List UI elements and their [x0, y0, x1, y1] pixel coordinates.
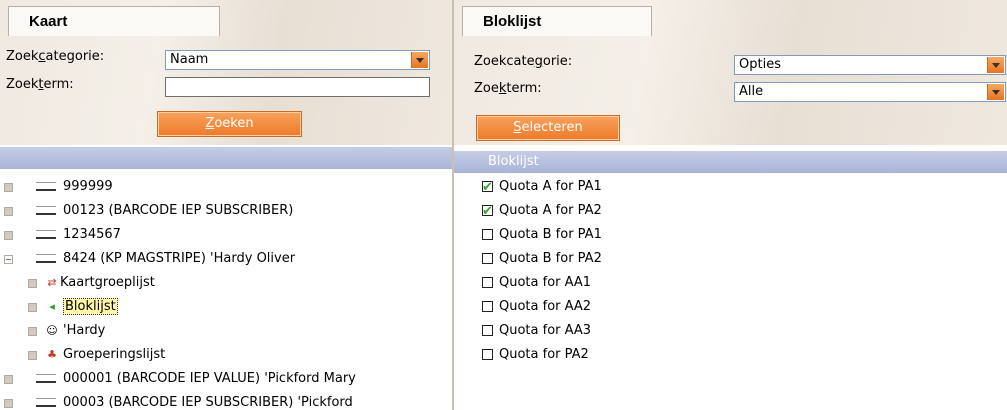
card-icon — [36, 398, 56, 407]
chevron-down-icon[interactable] — [987, 57, 1004, 73]
card-group-icon: ⇄ — [47, 276, 57, 289]
tree-label: 999999 — [63, 179, 113, 194]
expand-icon[interactable] — [4, 231, 13, 240]
search-category-value: Opties — [739, 57, 781, 72]
tree-label: 00123 (BARCODE IEP SUBSCRIBER) — [63, 203, 294, 218]
checkbox[interactable] — [482, 253, 493, 264]
item-label: Quota for AA3 — [499, 323, 592, 338]
item-label: Quota for AA2 — [499, 299, 592, 314]
search-button[interactable]: Zoeken — [157, 111, 302, 137]
expand-icon[interactable] — [28, 279, 37, 288]
list-header: Bloklijst — [454, 151, 1007, 173]
search-term-label: Zoekterm: — [6, 77, 74, 92]
grouping-icon: ♣ — [47, 348, 57, 361]
card-icon — [36, 254, 56, 263]
tree-row[interactable]: ♣ Groeperingslijst — [0, 344, 165, 366]
tree-label: 'Hardy — [63, 323, 106, 338]
tab-bloklijst[interactable]: Bloklijst — [462, 6, 652, 36]
card-icon — [36, 374, 56, 383]
chevron-down-icon[interactable] — [987, 84, 1004, 100]
checkbox[interactable] — [482, 325, 493, 336]
checkbox[interactable] — [482, 201, 493, 223]
search-term-input[interactable] — [165, 77, 430, 97]
search-term-label: Zoekterm: — [474, 81, 542, 96]
checkbox[interactable] — [482, 301, 493, 312]
tree-label: 000001 (BARCODE IEP VALUE) 'Pickford Mar… — [63, 371, 356, 386]
list-item[interactable]: Quota B for PA1 — [482, 224, 602, 246]
item-label: Quota for PA2 — [499, 347, 589, 362]
checkbox[interactable] — [482, 229, 493, 240]
item-label: Quota B for PA2 — [499, 251, 602, 266]
item-label: Quota A for PA1 — [499, 179, 602, 194]
tree-row[interactable]: 000001 (BARCODE IEP VALUE) 'Pickford Mar… — [0, 368, 356, 390]
tree-row[interactable]: ◂ Bloklijst — [0, 296, 118, 318]
item-label: Quota A for PA2 — [499, 203, 602, 218]
list-item[interactable]: Quota for AA3 — [482, 320, 591, 342]
person-icon: ☺ — [46, 324, 58, 337]
expand-icon[interactable] — [28, 303, 37, 312]
card-icon — [36, 206, 56, 215]
list-item[interactable]: Quota A for PA1 — [482, 176, 602, 199]
select-button[interactable]: Selecteren — [476, 115, 620, 141]
expand-icon[interactable] — [4, 375, 13, 384]
tree-row[interactable]: ⇄ Kaartgroeplijst — [0, 272, 155, 294]
card-panel: Kaart Zoekcategorie: Naam Zoekterm: Zoek… — [0, 0, 452, 410]
tree-row[interactable]: ☺ 'Hardy — [0, 320, 105, 342]
collapse-icon[interactable] — [4, 255, 13, 264]
tree-label: 00003 (BARCODE IEP SUBSCRIBER) 'Pickford — [63, 395, 353, 410]
tree-row[interactable]: 999999 — [0, 176, 113, 198]
search-category-select[interactable]: Opties — [734, 55, 1006, 75]
search-term-select[interactable]: Alle — [734, 82, 1006, 102]
tree-row[interactable]: 8424 (KP MAGSTRIPE) 'Hardy Oliver — [0, 248, 295, 270]
block-list-panel: Bloklijst Zoekcategorie: Opties Zoekterm… — [454, 0, 1007, 410]
tree-label: Kaartgroeplijst — [60, 275, 155, 290]
expand-icon[interactable] — [4, 207, 13, 216]
expand-icon[interactable] — [4, 399, 13, 408]
search-term-value: Alle — [739, 84, 764, 99]
search-category-value: Naam — [170, 52, 209, 67]
list-item[interactable]: Quota for AA1 — [482, 272, 591, 294]
list-item[interactable]: Quota B for PA2 — [482, 248, 602, 270]
tree-label: Groeperingslijst — [63, 347, 166, 362]
tree-label: 8424 (KP MAGSTRIPE) 'Hardy Oliver — [63, 251, 296, 266]
card-icon — [36, 182, 56, 191]
expand-icon[interactable] — [4, 183, 13, 192]
checkbox[interactable] — [482, 177, 493, 199]
tree-row[interactable]: 00123 (BARCODE IEP SUBSCRIBER) — [0, 200, 293, 222]
tree-label-selected[interactable]: Bloklijst — [63, 298, 118, 315]
item-label: Quota for AA1 — [499, 275, 592, 290]
expand-icon[interactable] — [28, 327, 37, 336]
block-list-icon: ◂ — [49, 300, 55, 313]
tree-label: 1234567 — [63, 227, 121, 242]
tree-header-bar — [0, 147, 452, 169]
search-category-select[interactable]: Naam — [165, 50, 430, 70]
list-item[interactable]: Quota for PA2 — [482, 344, 589, 366]
card-icon — [36, 230, 56, 239]
chevron-down-icon[interactable] — [411, 52, 428, 68]
list-item[interactable]: Quota for AA2 — [482, 296, 591, 318]
item-label: Quota B for PA1 — [499, 227, 602, 242]
search-category-label: Zoekcategorie: — [474, 54, 573, 69]
checkbox[interactable] — [482, 349, 493, 360]
tab-kaart[interactable]: Kaart — [8, 6, 220, 36]
search-category-label: Zoekcategorie: — [6, 49, 105, 64]
tree-row[interactable]: 00003 (BARCODE IEP SUBSCRIBER) 'Pickford — [0, 392, 353, 410]
list-item[interactable]: Quota A for PA2 — [482, 200, 602, 223]
tree-row[interactable]: 1234567 — [0, 224, 121, 246]
checkbox[interactable] — [482, 277, 493, 288]
expand-icon[interactable] — [28, 351, 37, 360]
